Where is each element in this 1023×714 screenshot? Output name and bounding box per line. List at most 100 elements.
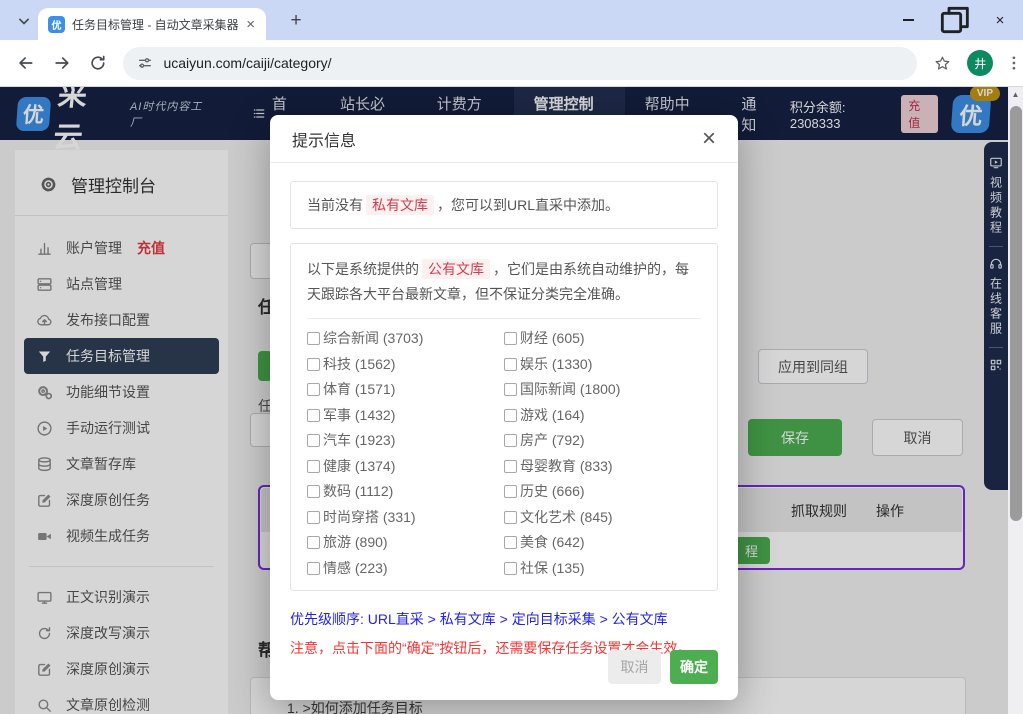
category-checkbox[interactable] bbox=[307, 409, 320, 422]
category-label: 房产 (792) bbox=[520, 433, 585, 448]
category-option[interactable]: 汽车 (1923) bbox=[307, 433, 504, 448]
divider bbox=[307, 318, 701, 319]
category-option[interactable]: 综合新闻 (3703) bbox=[307, 331, 504, 346]
category-label: 健康 (1374) bbox=[323, 459, 395, 474]
browser-profile-avatar[interactable]: 井 bbox=[967, 50, 993, 76]
category-option[interactable]: 数码 (1112) bbox=[307, 484, 504, 499]
browser-menu-icon[interactable] bbox=[1005, 54, 1023, 72]
category-label: 科技 (1562) bbox=[323, 357, 395, 372]
category-label: 国际新闻 (1800) bbox=[520, 382, 620, 397]
browser-toolbar: ucaiyun.com/caiji/category/ 井 bbox=[0, 40, 1023, 87]
category-option[interactable]: 军事 (1432) bbox=[307, 408, 504, 423]
category-option[interactable]: 科技 (1562) bbox=[307, 357, 504, 372]
browser-tab[interactable]: 优 任务目标管理 - 自动文章采集器 × bbox=[38, 8, 266, 40]
category-checkbox[interactable] bbox=[504, 536, 517, 549]
bookmark-star-icon[interactable] bbox=[933, 54, 952, 73]
category-checkbox[interactable] bbox=[307, 332, 320, 345]
scrollbar-thumb[interactable] bbox=[1010, 106, 1022, 521]
category-checkbox[interactable] bbox=[307, 536, 320, 549]
category-option[interactable]: 房产 (792) bbox=[504, 433, 701, 448]
forward-icon[interactable] bbox=[52, 53, 72, 73]
dialog-confirm-button[interactable]: 确定 bbox=[670, 650, 718, 684]
tab-favicon: 优 bbox=[48, 16, 65, 33]
category-option[interactable]: 情感 (223) bbox=[307, 561, 504, 576]
reload-icon[interactable] bbox=[88, 53, 108, 73]
category-label: 娱乐 (1330) bbox=[520, 357, 592, 372]
category-checkbox[interactable] bbox=[307, 460, 320, 473]
category-option[interactable]: 健康 (1374) bbox=[307, 459, 504, 474]
category-checkbox[interactable] bbox=[504, 332, 517, 345]
category-option[interactable]: 美食 (642) bbox=[504, 535, 701, 550]
window-controls: × bbox=[885, 0, 1023, 40]
category-checkbox[interactable] bbox=[504, 409, 517, 422]
browser-titlebar: 优 任务目标管理 - 自动文章采集器 × + × bbox=[0, 0, 1023, 40]
category-option[interactable]: 社保 (135) bbox=[504, 561, 701, 576]
category-option[interactable]: 游戏 (164) bbox=[504, 408, 701, 423]
url-text: ucaiyun.com/caiji/category/ bbox=[163, 55, 331, 71]
priority-note: 优先级顺序: URL直采 > 私有文库 > 定向目标采集 > 公有文库 bbox=[290, 609, 718, 629]
category-option[interactable]: 财经 (605) bbox=[504, 331, 701, 346]
dialog-header: 提示信息 × bbox=[270, 115, 738, 163]
category-label: 汽车 (1923) bbox=[323, 433, 395, 448]
category-option[interactable]: 历史 (666) bbox=[504, 484, 701, 499]
category-checkbox[interactable] bbox=[504, 358, 517, 371]
category-option[interactable]: 文化艺术 (845) bbox=[504, 510, 701, 525]
window-close-button[interactable]: × bbox=[977, 0, 1023, 40]
category-option[interactable]: 时尚穿搭 (331) bbox=[307, 510, 504, 525]
category-checkbox[interactable] bbox=[504, 434, 517, 447]
public-library-box: 以下是系统提供的公有文库，它们是由系统自动维护的，每天跟踪各大平台最新文章，但不… bbox=[290, 243, 718, 591]
tab-close-icon[interactable]: × bbox=[243, 16, 258, 33]
dialog-close-icon[interactable]: × bbox=[702, 129, 716, 149]
category-label: 美食 (642) bbox=[520, 535, 585, 550]
public-library-description: 以下是系统提供的公有文库，它们是由系统自动维护的，每天跟踪各大平台最新文章，但不… bbox=[307, 257, 701, 307]
category-checkbox[interactable] bbox=[307, 434, 320, 447]
category-label: 财经 (605) bbox=[520, 331, 585, 346]
dialog-footer: 取消 确定 bbox=[608, 650, 718, 684]
category-grid: 综合新闻 (3703) 财经 (605) 科技 (1562) 娱乐 (1330) 体育 … bbox=[307, 331, 701, 576]
category-checkbox[interactable] bbox=[307, 562, 320, 575]
category-label: 综合新闻 (3703) bbox=[323, 331, 423, 346]
back-icon[interactable] bbox=[16, 53, 36, 73]
info-text: 以下是系统提供的 bbox=[307, 261, 419, 277]
category-label: 母婴教育 (833) bbox=[520, 459, 613, 474]
url-bar[interactable]: ucaiyun.com/caiji/category/ bbox=[123, 47, 916, 80]
category-checkbox[interactable] bbox=[307, 358, 320, 371]
restore-button[interactable] bbox=[931, 0, 977, 40]
category-checkbox[interactable] bbox=[504, 562, 517, 575]
private-library-highlight: 私有文库 bbox=[366, 195, 434, 215]
public-library-highlight: 公有文库 bbox=[422, 259, 490, 279]
category-label: 游戏 (164) bbox=[520, 408, 585, 423]
category-checkbox[interactable] bbox=[307, 383, 320, 396]
category-label: 文化艺术 (845) bbox=[520, 510, 613, 525]
screen: 优 任务目标管理 - 自动文章采集器 × + × ucaiyun.com/cai… bbox=[0, 0, 1023, 714]
category-label: 时尚穿搭 (331) bbox=[323, 510, 416, 525]
minimize-button[interactable] bbox=[885, 0, 931, 40]
category-checkbox[interactable] bbox=[307, 485, 320, 498]
site-settings-icon[interactable] bbox=[137, 55, 153, 71]
scroll-up-arrow-icon[interactable]: ▲ bbox=[1008, 87, 1023, 103]
category-checkbox[interactable] bbox=[307, 511, 320, 524]
category-option[interactable]: 国际新闻 (1800) bbox=[504, 382, 701, 397]
tab-title: 任务目标管理 - 自动文章采集器 bbox=[72, 16, 243, 33]
category-checkbox[interactable] bbox=[504, 460, 517, 473]
dialog-body: 当前没有私有文库，您可以到URL直采中添加。 以下是系统提供的公有文库，它们是由… bbox=[270, 163, 738, 658]
new-tab-button[interactable]: + bbox=[283, 8, 309, 34]
category-checkbox[interactable] bbox=[504, 485, 517, 498]
category-label: 历史 (666) bbox=[520, 484, 585, 499]
category-option[interactable]: 旅游 (890) bbox=[307, 535, 504, 550]
category-checkbox[interactable] bbox=[504, 383, 517, 396]
dialog-tip-info: 提示信息 × 当前没有私有文库，您可以到URL直采中添加。 以下是系统提供的公有… bbox=[270, 115, 738, 700]
alert-text: ，您可以到URL直采中添加。 bbox=[437, 197, 619, 213]
category-label: 旅游 (890) bbox=[323, 535, 388, 550]
page-scrollbar[interactable]: ▲ bbox=[1008, 87, 1023, 714]
private-library-alert: 当前没有私有文库，您可以到URL直采中添加。 bbox=[290, 181, 718, 229]
category-label: 数码 (1112) bbox=[323, 484, 393, 499]
category-option[interactable]: 母婴教育 (833) bbox=[504, 459, 701, 474]
category-option[interactable]: 娱乐 (1330) bbox=[504, 357, 701, 372]
dialog-cancel-button[interactable]: 取消 bbox=[608, 650, 661, 684]
category-option[interactable]: 体育 (1571) bbox=[307, 382, 504, 397]
category-label: 情感 (223) bbox=[323, 561, 388, 576]
tab-search-chevron-icon[interactable] bbox=[14, 11, 34, 31]
category-checkbox[interactable] bbox=[504, 511, 517, 524]
category-label: 军事 (1432) bbox=[323, 408, 395, 423]
